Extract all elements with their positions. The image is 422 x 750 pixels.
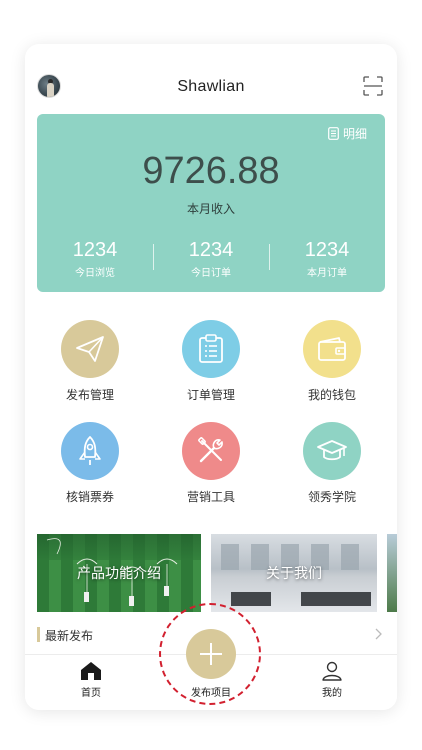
banner-title: 关于我们 bbox=[266, 566, 322, 582]
tab-label: 发布项目 bbox=[191, 688, 231, 699]
header: Shawlian bbox=[25, 44, 397, 118]
tab-bar: 首页 发布项目 我的 bbox=[25, 629, 397, 710]
banner-about-us[interactable]: 关于我们 bbox=[211, 534, 377, 612]
income-card: 明细 9726.88 本月收入 1234 今日浏览 1234 今日订单 1234… bbox=[37, 114, 385, 292]
office-desk bbox=[231, 592, 271, 606]
grid-item-marketing-tools[interactable]: 营销工具 bbox=[156, 422, 266, 505]
monthly-income-label: 本月收入 bbox=[186, 202, 235, 216]
tools-icon bbox=[198, 437, 223, 463]
stat-today-views[interactable]: 1234 今日浏览 bbox=[37, 238, 153, 279]
stat-label: 今日订单 bbox=[191, 268, 231, 279]
grid-item-redeem-tickets[interactable]: 核销票券 bbox=[35, 422, 145, 505]
grid-icon-circle bbox=[61, 320, 119, 378]
app-screen: Shawlian 明细 9726.88 本月收入 1234 今日浏览 1234 … bbox=[25, 44, 397, 710]
banner-title: 产品功能介绍 bbox=[77, 566, 161, 582]
detail-link[interactable]: 明细 bbox=[328, 125, 367, 142]
grid-label: 订单管理 bbox=[186, 388, 235, 402]
document-icon bbox=[328, 127, 339, 140]
monthly-income-value: 9726.88 bbox=[142, 150, 280, 192]
grid-item-order-management[interactable]: 订单管理 bbox=[156, 320, 266, 403]
detail-label: 明细 bbox=[342, 127, 367, 141]
grid-icon-circle bbox=[182, 422, 240, 480]
stat-today-orders[interactable]: 1234 今日订单 bbox=[153, 238, 269, 279]
tab-label: 首页 bbox=[81, 688, 101, 699]
tab-me[interactable]: 我的 bbox=[292, 661, 372, 699]
wallet-icon bbox=[318, 337, 346, 361]
tab-label: 我的 bbox=[322, 688, 342, 699]
plus-icon bbox=[200, 643, 222, 665]
grid-label: 核销票券 bbox=[65, 490, 114, 504]
stat-value: 1234 bbox=[72, 239, 118, 261]
tab-home[interactable]: 首页 bbox=[51, 661, 131, 699]
stat-label: 本月订单 bbox=[307, 268, 347, 279]
grid-icon-circle bbox=[182, 320, 240, 378]
clipboard-icon bbox=[199, 334, 223, 363]
stats-row: 1234 今日浏览 1234 今日订单 1234 本月订单 bbox=[37, 238, 385, 279]
grid-label: 我的钱包 bbox=[307, 388, 356, 402]
stat-label: 今日浏览 bbox=[75, 268, 115, 279]
banner-carousel[interactable]: 产品功能介绍 关于我们 bbox=[37, 534, 397, 612]
grid-icon-circle bbox=[303, 422, 361, 480]
grid-item-publish-management[interactable]: 发布管理 bbox=[35, 320, 145, 403]
page-title: Shawlian bbox=[177, 78, 245, 95]
chevron-right-icon[interactable] bbox=[371, 627, 385, 641]
scan-icon[interactable] bbox=[363, 76, 383, 96]
rocket-icon bbox=[79, 436, 101, 465]
section-title: 最新发布 bbox=[45, 629, 94, 643]
graduation-cap-icon bbox=[317, 440, 347, 461]
paper-plane-icon bbox=[76, 336, 104, 362]
grid-item-academy[interactable]: 领秀学院 bbox=[277, 422, 387, 505]
banner-product-features[interactable]: 产品功能介绍 bbox=[37, 534, 201, 612]
office-desk bbox=[301, 592, 371, 606]
section-accent-bar bbox=[37, 627, 40, 642]
grid-item-my-wallet[interactable]: 我的钱包 bbox=[277, 320, 387, 403]
grid-label: 营销工具 bbox=[186, 490, 235, 504]
grid-label: 领秀学院 bbox=[307, 490, 356, 504]
banner-next-peek[interactable] bbox=[387, 534, 397, 612]
grid-label: 发布管理 bbox=[65, 388, 114, 402]
stat-value: 1234 bbox=[304, 239, 350, 261]
stat-month-orders[interactable]: 1234 本月订单 bbox=[269, 238, 385, 279]
grid-icon-circle bbox=[61, 422, 119, 480]
publish-project-button[interactable] bbox=[186, 629, 236, 679]
home-icon bbox=[81, 662, 101, 680]
person-icon bbox=[322, 661, 342, 681]
stat-value: 1234 bbox=[188, 239, 234, 261]
grid-icon-circle bbox=[303, 320, 361, 378]
